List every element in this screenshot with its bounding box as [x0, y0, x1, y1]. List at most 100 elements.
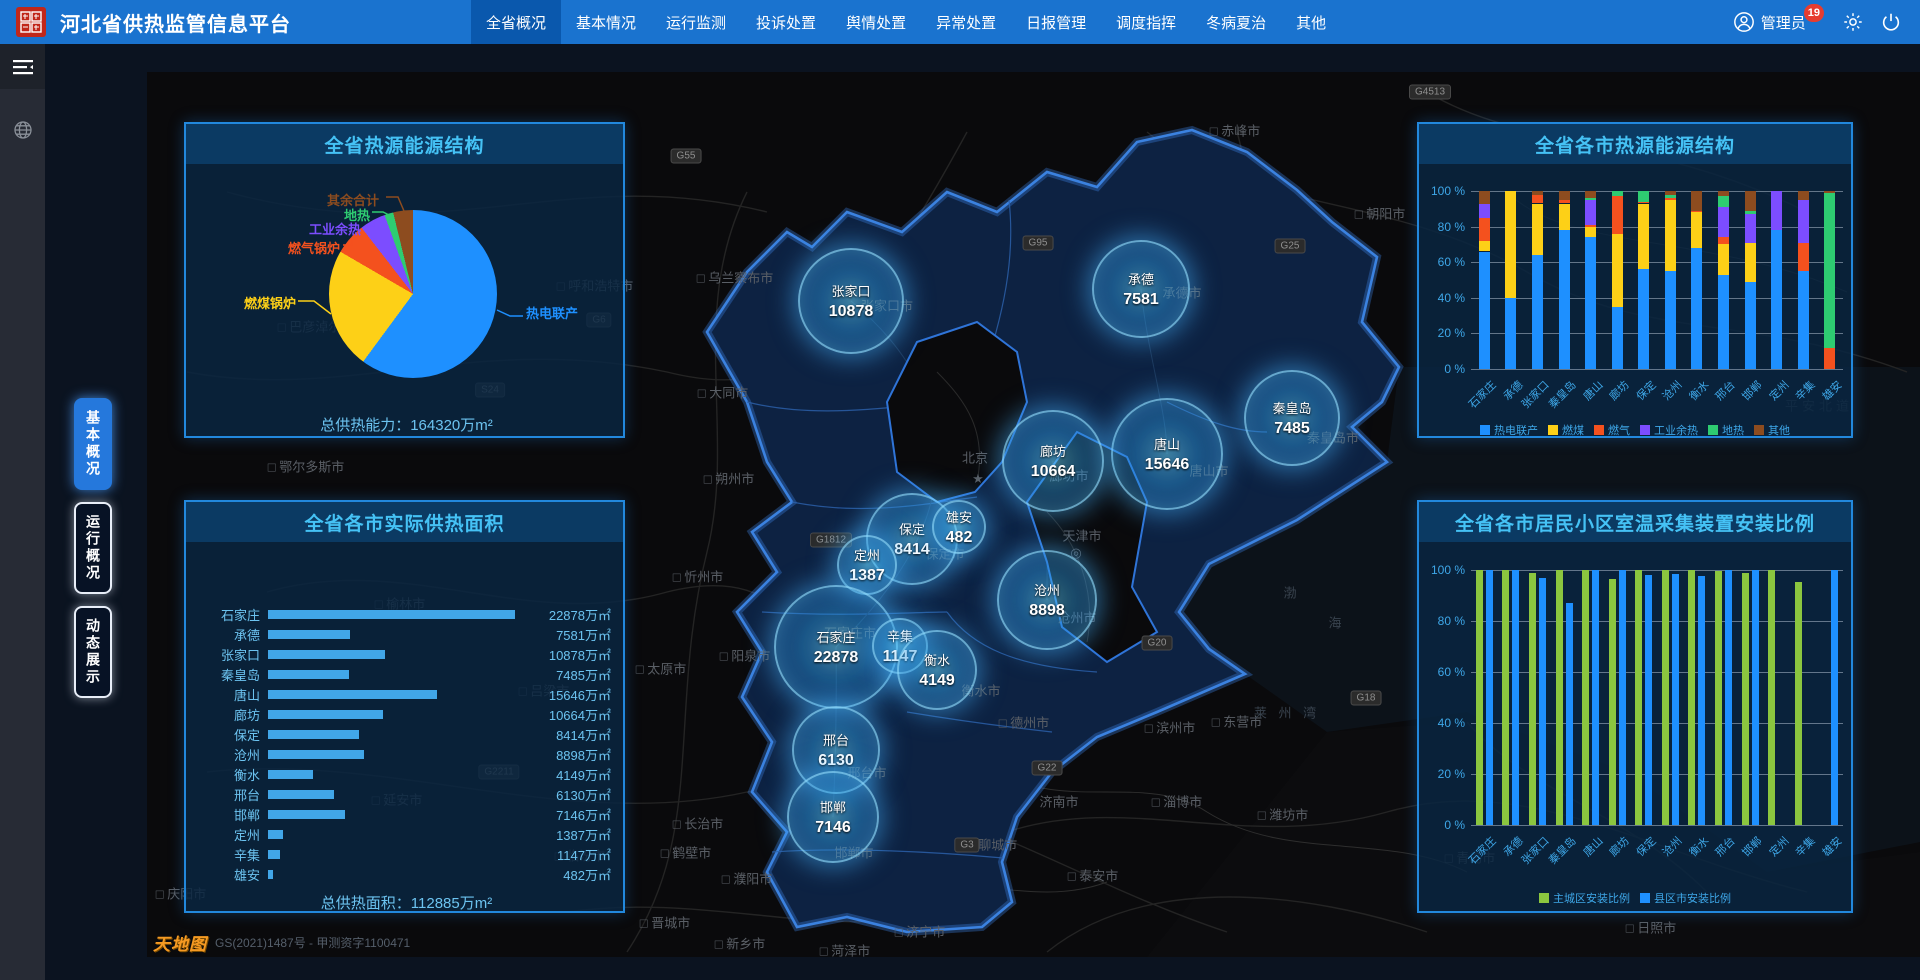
grouped-bar[interactable] [1609, 579, 1616, 825]
stacked-bar-segment[interactable] [1559, 191, 1570, 200]
stacked-bar-segment[interactable] [1718, 207, 1729, 237]
grouped-bar[interactable] [1662, 570, 1669, 825]
stacked-bar-segment[interactable] [1479, 241, 1490, 252]
row-bar[interactable] [268, 690, 437, 699]
collapse-menu-button[interactable] [0, 44, 45, 89]
stacked-bar-segment[interactable] [1559, 200, 1570, 204]
stacked-bar-segment[interactable] [1691, 191, 1702, 211]
grouped-bar[interactable] [1742, 573, 1749, 825]
grouped-bar[interactable] [1502, 570, 1509, 825]
stacked-bar-segment[interactable] [1612, 196, 1623, 233]
nav-item-6[interactable]: 日报管理 [1011, 0, 1101, 44]
row-bar[interactable] [268, 730, 359, 739]
stacked-bar-segment[interactable] [1665, 191, 1676, 195]
stacked-bar-segment[interactable] [1505, 298, 1516, 369]
grouped-bar[interactable] [1582, 570, 1589, 825]
city-bubble-唐山[interactable]: 唐山15646 [1111, 398, 1223, 510]
legend-item[interactable]: 热电联产 [1480, 422, 1538, 438]
stacked-bar-segment[interactable] [1585, 225, 1596, 227]
nav-item-1[interactable]: 基本情况 [561, 0, 651, 44]
grouped-bar[interactable] [1539, 578, 1546, 825]
stacked-bar-segment[interactable] [1585, 200, 1596, 225]
stacked-bar-segment[interactable] [1718, 191, 1729, 196]
stacked-bar-segment[interactable] [1718, 237, 1729, 244]
stacked-bar-segment[interactable] [1745, 214, 1756, 243]
stacked-bar-segment[interactable] [1479, 191, 1490, 204]
grouped-bar[interactable] [1556, 570, 1563, 825]
legend-item[interactable]: 燃气 [1594, 422, 1630, 438]
grouped-bar[interactable] [1566, 603, 1573, 825]
grouped-bar[interactable] [1486, 570, 1493, 825]
settings-gear-icon[interactable] [1842, 11, 1864, 33]
row-bar[interactable] [268, 610, 515, 619]
stacked-bar-segment[interactable] [1505, 191, 1516, 298]
stacked-bar-segment[interactable] [1745, 243, 1756, 282]
stacked-bar-segment[interactable] [1559, 230, 1570, 369]
stacked-bar-segment[interactable] [1532, 191, 1543, 195]
stacked-bar-segment[interactable] [1532, 204, 1543, 256]
stacked-bar-segment[interactable] [1479, 218, 1490, 241]
city-bubble-沧州[interactable]: 沧州8898 [997, 550, 1097, 650]
stacked-bar-segment[interactable] [1691, 248, 1702, 369]
grouped-bar[interactable] [1768, 570, 1775, 825]
grouped-bar[interactable] [1831, 570, 1838, 825]
stacked-bar-segment[interactable] [1691, 212, 1702, 248]
grouped-bar[interactable] [1619, 570, 1626, 825]
stacked-bar-segment[interactable] [1718, 244, 1729, 274]
city-bubble-张家口[interactable]: 张家口10878 [798, 248, 904, 354]
stacked-bar-segment[interactable] [1824, 193, 1835, 348]
grouped-bar[interactable] [1752, 570, 1759, 825]
stacked-bar-segment[interactable] [1718, 196, 1729, 207]
nav-item-2[interactable]: 运行监测 [651, 0, 741, 44]
row-bar[interactable] [268, 850, 280, 859]
grouped-bar[interactable] [1512, 570, 1519, 825]
nav-item-4[interactable]: 舆情处置 [831, 0, 921, 44]
stacked-bar-segment[interactable] [1824, 191, 1835, 193]
grouped-bar[interactable] [1725, 570, 1732, 825]
stacked-bar-segment[interactable] [1745, 282, 1756, 369]
side-tab-1[interactable]: 运行概况 [74, 502, 112, 594]
stacked-bar-segment[interactable] [1585, 237, 1596, 369]
user-icon[interactable] [1733, 11, 1755, 33]
city-bubble-雄安[interactable]: 雄安482 [932, 500, 986, 554]
map-canvas[interactable]: □ 赤峰市□ 朝阳市□ 呼和浩特市□ 乌兰察布市□ 巴彦淖尔市□ 鄂尔多斯市□ … [147, 72, 1920, 957]
stacked-bar-segment[interactable] [1479, 252, 1490, 370]
legend-item[interactable]: 其他 [1754, 422, 1790, 438]
stacked-bar-segment[interactable] [1745, 191, 1756, 211]
stacked-bar-segment[interactable] [1745, 211, 1756, 215]
nav-item-7[interactable]: 调度指挥 [1101, 0, 1191, 44]
city-bubble-承德[interactable]: 承德7581 [1092, 240, 1190, 338]
stacked-bar-segment[interactable] [1665, 200, 1676, 271]
stacked-bar-segment[interactable] [1612, 234, 1623, 307]
row-bar[interactable] [268, 770, 313, 779]
grouped-bar[interactable] [1529, 573, 1536, 825]
stacked-bar-segment[interactable] [1585, 191, 1596, 198]
stacked-bar-segment[interactable] [1638, 191, 1649, 202]
grouped-bar[interactable] [1715, 571, 1722, 825]
stacked-bar-segment[interactable] [1798, 271, 1809, 369]
legend-item[interactable]: 燃煤 [1548, 422, 1584, 438]
grouped-bar[interactable] [1672, 574, 1679, 825]
row-bar[interactable] [268, 830, 283, 839]
stacked-bar-segment[interactable] [1532, 195, 1543, 204]
grouped-bar[interactable] [1476, 570, 1483, 825]
row-bar[interactable] [268, 630, 350, 639]
legend-item[interactable]: 地热 [1708, 422, 1744, 438]
stacked-bar-segment[interactable] [1585, 198, 1596, 200]
legend-item[interactable]: 县区市安装比例 [1640, 890, 1731, 906]
row-bar[interactable] [268, 810, 345, 819]
power-icon[interactable] [1880, 11, 1902, 33]
stacked-bar-segment[interactable] [1479, 204, 1490, 218]
layers-globe-button[interactable] [0, 107, 45, 152]
nav-item-5[interactable]: 异常处置 [921, 0, 1011, 44]
nav-item-8[interactable]: 冬病夏治 [1191, 0, 1281, 44]
stacked-bar-segment[interactable] [1585, 227, 1596, 238]
stacked-bar-segment[interactable] [1559, 204, 1570, 231]
grouped-bar[interactable] [1592, 570, 1599, 825]
grouped-bar[interactable] [1795, 582, 1802, 826]
city-bubble-衡水[interactable]: 衡水4149 [897, 630, 977, 710]
nav-item-9[interactable]: 其他 [1281, 0, 1341, 44]
legend-item[interactable]: 主城区安装比例 [1539, 890, 1630, 906]
stacked-bar-segment[interactable] [1691, 211, 1702, 213]
legend-item[interactable]: 工业余热 [1640, 422, 1698, 438]
